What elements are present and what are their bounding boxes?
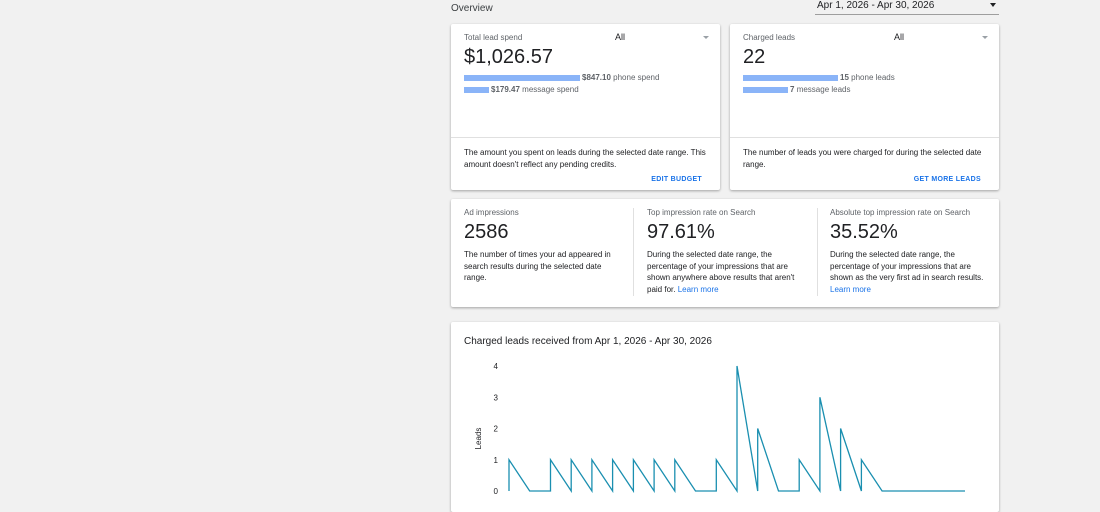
phone-spend-label: $847.10 phone spend	[582, 73, 659, 82]
stat-value: 97.61%	[647, 221, 715, 243]
message-spend-text: message spend	[522, 85, 579, 94]
learn-more-link[interactable]: Learn more	[678, 285, 719, 294]
y-tick-label: 2	[494, 425, 499, 434]
phone-leads-bar	[743, 75, 838, 81]
charged-leads-card: Charged leads All 22 15 phone leads 7 me…	[730, 24, 999, 190]
date-range-select[interactable]: Apr 1, 2026 - Apr 30, 2026	[815, 0, 999, 15]
phone-leads-label: 15 phone leads	[840, 73, 895, 82]
message-spend-amount: $179.47	[491, 85, 520, 94]
charged-leads-value: 22	[743, 46, 766, 68]
charged-leads-chart-card: Charged leads received from Apr 1, 2026 …	[451, 322, 999, 512]
message-leads-bar	[743, 87, 788, 93]
message-spend-bar	[464, 87, 489, 93]
stat-value: 35.52%	[830, 221, 898, 243]
stat-description: During the selected date range, the perc…	[830, 249, 988, 295]
message-leads-count: 7	[790, 85, 795, 94]
phone-leads-text: phone leads	[851, 73, 895, 82]
leads-filter-select[interactable]: All	[894, 32, 994, 44]
spend-filter-select[interactable]: All	[615, 32, 715, 44]
y-tick-label: 3	[494, 393, 499, 402]
stat-label: Ad impressions	[464, 208, 519, 217]
dropdown-caret-icon	[990, 3, 996, 7]
impressions-card: Ad impressions 2586 The number of times …	[451, 199, 999, 307]
top-bar: Overview Apr 1, 2026 - Apr 30, 2026	[451, 0, 999, 16]
leads-line-chart: 0 1 2 3 4 Leads	[474, 362, 965, 496]
stat-label: Absolute top impression rate on Search	[830, 208, 971, 217]
total-spend-value: $1,026.57	[464, 46, 553, 68]
card-label: Charged leads	[743, 33, 796, 42]
card-divider	[451, 137, 720, 138]
card-description: The number of leads you were charged for…	[743, 148, 982, 169]
phone-leads-count: 15	[840, 73, 849, 82]
message-leads-label: 7 message leads	[790, 85, 851, 94]
y-tick-label: 1	[494, 456, 499, 465]
total-lead-spend-card: Total lead spend All $1,026.57 $847.10 p…	[451, 24, 720, 190]
stat-label: Top impression rate on Search	[647, 208, 756, 217]
phone-spend-text: phone spend	[613, 73, 660, 82]
absolute-top-impression-rate-stat: Absolute top impression rate on Search 3…	[817, 199, 999, 307]
dropdown-caret-icon	[982, 36, 988, 39]
message-spend-label: $179.47 message spend	[491, 85, 579, 94]
card-description: The amount you spent on leads during the…	[464, 148, 706, 169]
card-divider	[730, 137, 999, 138]
edit-budget-button[interactable]: EDIT BUDGET	[651, 176, 702, 183]
page-title: Overview	[451, 3, 493, 14]
stat-value: 2586	[464, 221, 509, 243]
phone-spend-amount: $847.10	[582, 73, 611, 82]
date-range-value: Apr 1, 2026 - Apr 30, 2026	[817, 0, 935, 11]
filter-value: All	[615, 32, 626, 42]
leads-series-line	[508, 365, 965, 494]
stat-description: The number of times your ad appeared in …	[464, 250, 611, 282]
y-axis-label: Leads	[474, 428, 483, 450]
phone-spend-bar	[464, 75, 580, 81]
stat-description-text: During the selected date range, the perc…	[830, 250, 984, 282]
top-impression-rate-stat: Top impression rate on Search 97.61% Dur…	[634, 199, 817, 307]
message-leads-text: message leads	[796, 85, 851, 94]
card-label: Total lead spend	[464, 33, 523, 42]
get-more-leads-button[interactable]: GET MORE LEADS	[914, 176, 981, 183]
stat-description-text: During the selected date range, the perc…	[647, 250, 795, 294]
y-tick-label: 4	[494, 362, 499, 371]
learn-more-link[interactable]: Learn more	[830, 285, 871, 294]
stat-description: During the selected date range, the perc…	[647, 249, 807, 295]
dropdown-caret-icon	[703, 36, 709, 39]
filter-value: All	[894, 32, 905, 42]
y-tick-label: 0	[494, 487, 499, 496]
ad-impressions-stat: Ad impressions 2586 The number of times …	[451, 199, 633, 307]
